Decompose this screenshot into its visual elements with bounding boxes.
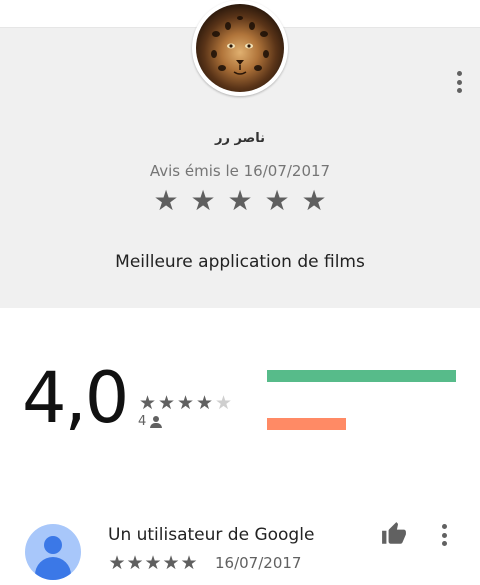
star-icon: ★ xyxy=(227,184,253,217)
review-rating-stars: ★ ★ ★ ★ ★ xyxy=(150,185,330,217)
reviewer-name: ناصر رر xyxy=(215,131,265,146)
star-icon: ★ xyxy=(126,552,144,574)
thumb-up-icon[interactable] xyxy=(380,521,408,547)
star-icon: ★ xyxy=(264,184,290,217)
star-icon: ★ xyxy=(108,552,126,574)
star-icon: ★ xyxy=(301,184,327,217)
user-rating-stars: ★ ★ ★ ★ ★ xyxy=(108,553,198,573)
more-vert-icon[interactable] xyxy=(454,68,464,96)
star-icon: ★ xyxy=(153,184,179,217)
average-rating-stars: ★ ★ ★ ★ ★ xyxy=(138,393,233,413)
star-icon: ★ xyxy=(176,392,195,414)
star-icon: ★ xyxy=(162,552,180,574)
star-icon: ★ xyxy=(144,552,162,574)
user-review-date: 16/07/2017 xyxy=(215,554,302,572)
user-avatar xyxy=(25,524,81,580)
star-icon: ★ xyxy=(180,552,198,574)
rating-count: 4 xyxy=(138,414,163,429)
person-icon xyxy=(150,415,163,428)
star-icon: ★ xyxy=(157,392,176,414)
rating-count-value: 4 xyxy=(138,414,147,429)
review-card: ناصر رر Avis émis le 16/07/2017 ★ ★ ★ ★ ★ Me… xyxy=(0,0,480,308)
star-icon: ★ xyxy=(190,184,216,217)
more-vert-icon[interactable] xyxy=(439,521,449,549)
star-icon: ★ xyxy=(138,392,157,414)
reviewer-avatar xyxy=(192,0,288,96)
star-icon: ★ xyxy=(214,392,233,414)
star-icon: ★ xyxy=(195,392,214,414)
rating-bar-orange xyxy=(267,418,346,430)
rating-bar-green xyxy=(267,370,456,382)
average-rating: 4,0 xyxy=(22,357,129,439)
review-date: Avis émis le 16/07/2017 xyxy=(149,162,331,180)
leopard-avatar-image xyxy=(196,4,284,92)
user-name: Un utilisateur de Google xyxy=(108,525,315,545)
review-text: Meilleure application de films xyxy=(115,252,365,272)
